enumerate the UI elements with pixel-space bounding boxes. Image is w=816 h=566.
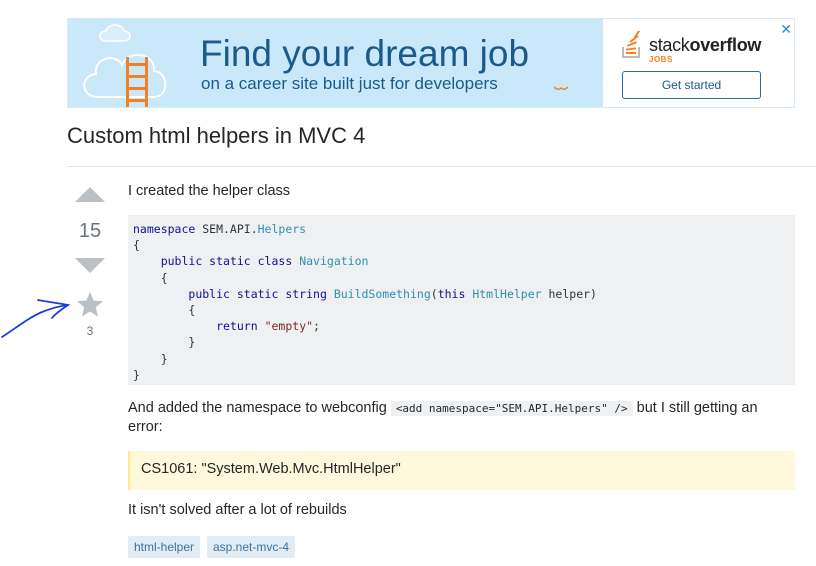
code-line: public static class Navigation xyxy=(160,254,369,269)
hand-drawn-arrow-annotation xyxy=(1,299,71,338)
brand-bold: overflow xyxy=(689,35,762,55)
downvote-arrow-icon[interactable] xyxy=(75,258,105,274)
code-line: { xyxy=(133,270,168,285)
ad-subline: on a career site built just for develope… xyxy=(201,74,498,93)
brand-light: stack xyxy=(649,35,690,55)
text-span: error: xyxy=(128,419,163,435)
close-ad-icon[interactable]: ✕ xyxy=(780,21,792,38)
ad-brand-panel: stackoverflow JOBS Get started ✕ xyxy=(603,19,794,107)
code-line: return "empty"; xyxy=(216,319,320,334)
inline-code-namespace: <add namespace="SEM.API.Helpers" /> xyxy=(390,401,633,416)
code-line: } xyxy=(133,351,168,366)
error-blockquote: CS1061: "System.Web.Mvc.HtmlHelper" xyxy=(128,451,795,490)
question-title[interactable]: Custom html helpers in MVC 4 xyxy=(67,123,365,149)
post-closing-text: It isn't solved after a lot of rebuilds xyxy=(128,502,347,518)
cloud-ladder-illustration xyxy=(83,24,167,107)
favorite-star-icon[interactable] xyxy=(77,292,103,317)
get-started-button[interactable]: Get started xyxy=(622,71,761,99)
ad-headline: Find your dream job xyxy=(200,33,530,74)
post-intro-text: I created the helper class xyxy=(128,183,291,199)
code-block: namespace SEM.API.Helpers { public stati… xyxy=(128,215,795,385)
code-line: } xyxy=(133,335,196,350)
upvote-arrow-icon[interactable] xyxy=(75,187,105,203)
code-line: public static string BuildSomething(this… xyxy=(188,286,597,301)
tag-html-helper[interactable]: html-helper xyxy=(128,536,201,558)
text-span: but I still getting an xyxy=(632,400,758,416)
tag-asp-net-mvc-4[interactable]: asp.net-mvc-4 xyxy=(207,536,296,558)
title-divider xyxy=(67,166,816,167)
code-line: namespace SEM.API.Helpers xyxy=(133,222,307,236)
brand-wordmark: stackoverflow xyxy=(649,35,761,56)
job-ad-banner[interactable]: Find your dream job on a career site bui… xyxy=(67,18,795,108)
text-span: And added the namespace to webconfig xyxy=(128,400,391,416)
brand-jobs-label: JOBS xyxy=(649,55,673,64)
post-webconfig-text: And added the namespace to webconfig <ad… xyxy=(128,399,795,437)
ad-artwork[interactable]: Find your dream job on a career site bui… xyxy=(68,19,598,107)
code-line: { xyxy=(133,238,140,253)
bird-icon xyxy=(554,86,568,91)
stack-logo-icon xyxy=(622,31,641,58)
vote-count: 15 xyxy=(78,220,102,242)
code-line: { xyxy=(133,303,196,318)
code-line: } xyxy=(133,367,140,382)
